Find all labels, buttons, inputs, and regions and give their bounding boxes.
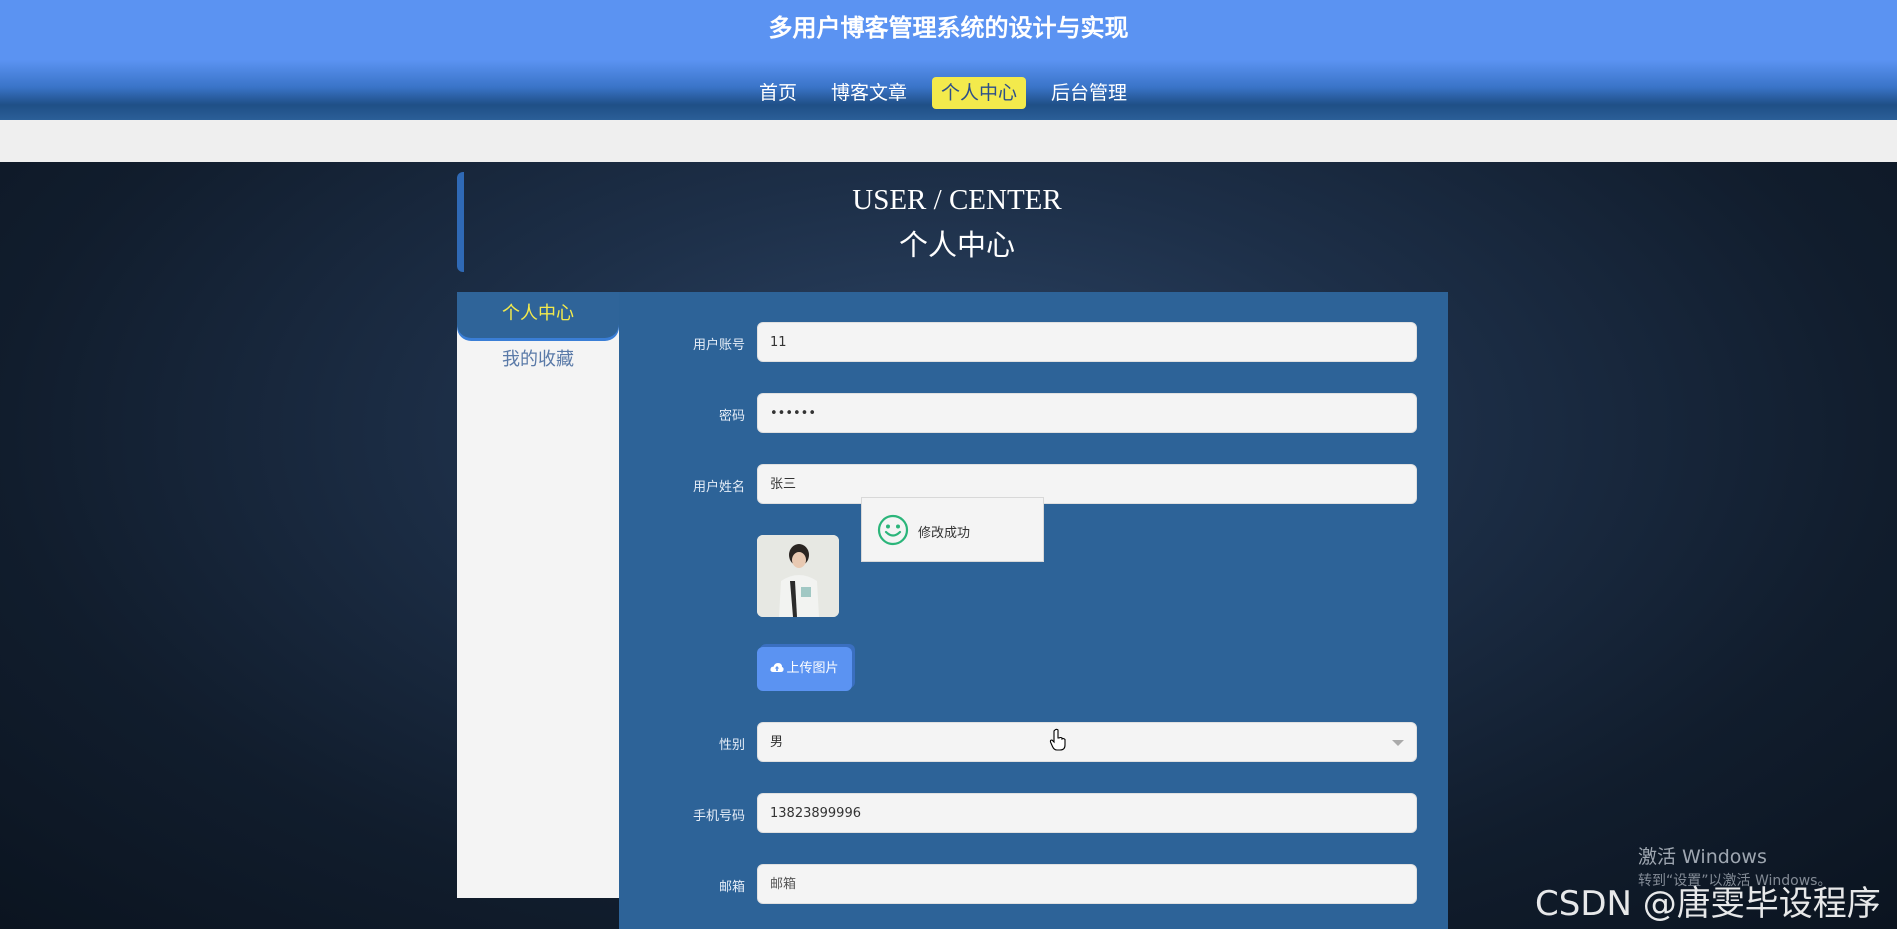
sidebar-item-user-center[interactable]: 个人中心 [457,292,619,338]
avatar-person-image [757,535,839,617]
nav-item-home[interactable]: 首页 [750,77,806,109]
name-label: 用户姓名 [692,480,745,495]
main-navbar: 首页 博客文章 个人中心 后台管理 [0,60,1897,120]
nav-items: 首页 博客文章 个人中心 后台管理 [750,77,1152,109]
nav-item-admin[interactable]: 后台管理 [1042,77,1136,109]
top-bar: 多用户博客管理系统的设计与实现 [0,0,1897,60]
csdn-watermark: CSDN @唐雯毕设程序 [1535,884,1881,924]
breadcrumb-band [0,120,1897,162]
avatar-preview[interactable] [757,535,839,617]
page-heading-cn: 个人中心 [898,230,1015,262]
cloud-upload-icon [770,663,785,672]
sidebar-item-favorites[interactable]: 我的收藏 [457,338,619,384]
profile-form-panel [619,292,1448,929]
account-input[interactable]: 11 [757,322,1417,362]
site-title: 多用户博客管理系统的设计与实现 [768,14,1129,42]
gender-select[interactable]: 男 [757,722,1417,762]
gender-label: 性别 [718,738,745,753]
nav-item-blog-articles[interactable]: 博客文章 [822,77,916,109]
email-input[interactable]: 邮箱 [757,864,1417,904]
email-label: 邮箱 [718,880,745,895]
smile-icon [877,514,909,546]
phone-label: 手机号码 [692,809,745,824]
chevron-down-icon [1392,740,1404,746]
password-input[interactable]: •••••• [757,393,1417,433]
hand-cursor-icon [1049,728,1066,751]
success-toast: 修改成功 [861,497,1044,562]
account-label: 用户账号 [692,338,745,353]
page-heading-en: USER / CENTER [852,184,1062,216]
password-label: 密码 [718,409,745,424]
nav-item-user-center[interactable]: 个人中心 [932,77,1027,109]
sidebar: 个人中心 我的收藏 [457,292,619,898]
upload-image-label: 上传图片 [786,661,839,676]
phone-input[interactable]: 13823899996 [757,793,1417,833]
windows-activation-title: 激活 Windows [1638,846,1767,868]
name-input[interactable]: 张三 [757,464,1417,504]
toast-message: 修改成功 [918,526,971,541]
gender-selected-value: 男 [770,735,784,750]
upload-image-button[interactable]: 上传图片 [757,647,852,691]
